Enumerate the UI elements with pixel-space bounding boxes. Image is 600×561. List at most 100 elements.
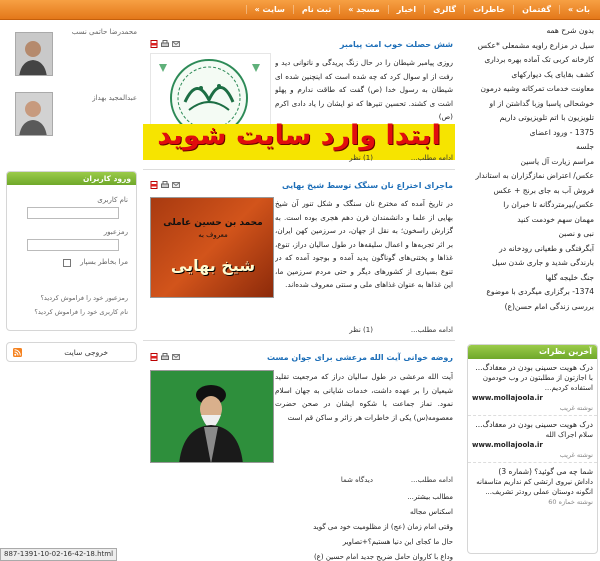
article-body: آیت الله مرعشی در طول سالیان دراز که مرج… [275,372,453,422]
profile-name[interactable]: محمدرضا حاتمی نسب [72,28,137,36]
comment-text: سلام اجراک الله [545,431,593,439]
password-field[interactable] [27,239,119,251]
menu-link[interactable]: سیل در مزارع راویه مشمعلی *عکس [461,39,600,54]
article-body: در تاریخ آمده که مخترع نان سنگک و شکل تن… [275,199,453,289]
nav-item-site[interactable]: سایت » [245,5,293,14]
username-field[interactable] [27,207,119,219]
right-menu: بدون شرح همه سیل در مزارع راویه مشمعلی *… [461,24,600,314]
image-caption-line: محمد بن حسین عاملی [163,218,263,228]
nav-item-news[interactable]: اخبار [387,5,424,14]
menu-link[interactable]: مراسم زیارت آل یاسین [461,155,600,170]
main-content: شش حصلت خوب امت پیامبر روزی پیامبر شیطان… [143,20,455,561]
comment-site[interactable]: www.mollajoola.ir [472,440,593,450]
comment-item: درک هویت حسینی بودن در معقادگ... سلام اج… [468,416,597,463]
nav-item-register[interactable]: ثبت نام [292,5,339,14]
menu-link[interactable]: جلسه [461,140,600,155]
comment-meta: نوشته خمازه 60 [548,498,593,506]
browser-status-bar: 887-1391-10-02-16-42-18.html [0,548,118,561]
profile-name[interactable]: عبدالمجید بهداز [92,94,137,102]
comment-title[interactable]: درک هویت حسینی بودن در معقادگ... [472,419,593,430]
read-more-link[interactable]: ادامه مطلب... [411,154,453,162]
article-divider [143,340,455,341]
image-caption-line: معروف به [198,231,228,239]
forgot-password-link[interactable]: رمزعبور خود را فراموش کردید؟ [40,294,128,302]
menu-link[interactable]: تلویزیون با اتم تلویزیوتی داریم [461,111,600,126]
read-more-link[interactable]: ادامه مطلب... [411,326,453,334]
menu-link[interactable]: خوشحالی پاسبا وزبا گداشتن از او [461,97,600,112]
nav-item-memories[interactable]: خاطرات [464,5,513,14]
article-title[interactable]: روضه خوانی آیت الله مرعشی برای جوان مست [267,353,453,362]
login-header: ورود کاربران [7,172,136,185]
menu-link[interactable]: معاونت خدمات تمرکاته وشیه درمون [461,82,600,97]
comment-text: با اجازتون از مطلبتون در وب خودمون استفا… [482,374,593,392]
article-title[interactable]: شش حصلت خوب امت پیامبر [340,40,453,49]
nav-item-1[interactable]: بات » [559,5,598,14]
comments-count[interactable]: (1) نظر [349,326,373,334]
pdf-icon[interactable] [150,353,158,361]
comment-title[interactable]: شما چه می گوئید؟ (شماره 3) [472,466,593,477]
print-icon[interactable] [161,181,169,189]
more-article-link[interactable]: حال ما کجای این دنیا هستیم؟+تصاویر [153,535,453,550]
article-tools [150,353,180,361]
more-article-link[interactable]: وداع با کاروان حامل ضریح جدید امام حسین … [153,550,453,561]
forgot-username-link[interactable]: نام کاربری خود را فراموش کردید؟ [34,308,128,316]
menu-link[interactable]: عکس/ اعتراض نمازگزاران به استاندار [461,169,600,184]
comment-item: شما چه می گوئید؟ (شماره 3) داداش نیروی ا… [468,463,597,509]
menu-link[interactable]: آبگرفتگی و طغیانی رودخانه در [461,242,600,257]
comment-item: درک هویت حسینی بودن در معقادگ... با اجاز… [468,359,597,416]
email-icon[interactable] [172,181,180,189]
menu-link[interactable]: مهمان سهم خودمت کنید [461,213,600,228]
nav-item-mosque[interactable]: مسجد » [339,5,387,14]
menu-link[interactable]: جنگ خلیجه گلها [461,271,600,286]
latest-comments-header: آخرین نظرات [468,345,597,359]
menu-link[interactable]: نبی و نصبن [461,227,600,242]
article-tools [150,181,180,189]
avatar[interactable] [15,32,53,76]
menu-link[interactable]: فروش آب به جای برنج + عکس [461,184,600,199]
menu-link[interactable]: 1374- برگزاری میگردی با موضوع [461,285,600,300]
pdf-icon[interactable] [150,181,158,189]
comment-title[interactable]: درک هویت حسینی بودن در معقادگ... [472,362,593,373]
right-sidebar: بدون شرح همه سیل در مزارع راویه مشمعلی *… [461,20,600,561]
menu-link[interactable]: عکس/بیرمتردگانه تا خبران را [461,198,600,213]
comment-meta: نوشته غریب [559,404,593,412]
nav-item-gallery[interactable]: گالری [424,5,464,14]
print-icon[interactable] [161,353,169,361]
cleric-portrait-image [151,371,273,462]
print-icon[interactable] [161,40,169,48]
image-caption-title: شیخ بهایی [170,256,256,275]
login-required-overlay: ابتدا وارد سایت شوید [157,120,441,151]
email-icon[interactable] [172,353,180,361]
avatar[interactable] [15,92,53,136]
menu-link[interactable]: بارندگی شدید و جاری شدن سیل [461,256,600,271]
username-label: نام کاربری [97,196,128,204]
person-photo [16,33,52,75]
more-article-link[interactable]: اسکناس مجاله [153,505,453,520]
menu-link[interactable]: بررسی زندگی امام حسن(ع) [461,300,600,315]
more-articles-list: مطالب بیشتر... اسکناس مجاله وقتی امام زم… [153,490,453,561]
login-box: ورود کاربران نام کاربری رمزعبور مرا بخاط… [6,171,137,331]
password-label: رمزعبور [103,228,128,236]
comment-site[interactable]: www.mollajoola.ir [472,393,593,403]
latest-comments-box: آخرین نظرات درک هویت حسینی بودن در معقاد… [467,344,598,554]
comment-meta: نوشته غریب [559,451,593,459]
nav-item-discourse[interactable]: گفتمان [513,5,559,14]
menu-link[interactable]: بدون شرح همه [461,24,600,39]
page: بات » گفتمان خاطرات گالری اخبار مسجد » ث… [0,0,600,561]
pdf-icon[interactable] [150,40,158,48]
logout-box: خروجی سایت [6,342,137,362]
read-more-link[interactable]: ادامه مطلب... [411,476,453,484]
menu-link[interactable]: کشف بقایای یک دیوارکهای [461,68,600,83]
remember-checkbox[interactable] [63,259,71,267]
article-divider [143,169,455,170]
rss-icon[interactable] [13,348,22,357]
menu-link[interactable]: کارخانه کربی تک آماده بهره برداری [461,53,600,68]
email-icon[interactable] [172,40,180,48]
comments-link[interactable]: دیدگاه شما [341,476,373,484]
comment-text: داداش نیروی ارتشی کم نداریم متاسفانه انگ… [476,478,593,496]
more-article-link[interactable]: وقتی امام زمان (عج) از مظلومیت خود می گو… [153,520,453,535]
logout-label[interactable]: خروجی سایت [64,348,108,357]
article-title[interactable]: ماجرای اختراع نان سنگک توسط شیخ بهایی [282,181,453,190]
comments-count[interactable]: (1) نظر [349,154,373,162]
menu-link[interactable]: 1375 - ورود اعضای [461,126,600,141]
